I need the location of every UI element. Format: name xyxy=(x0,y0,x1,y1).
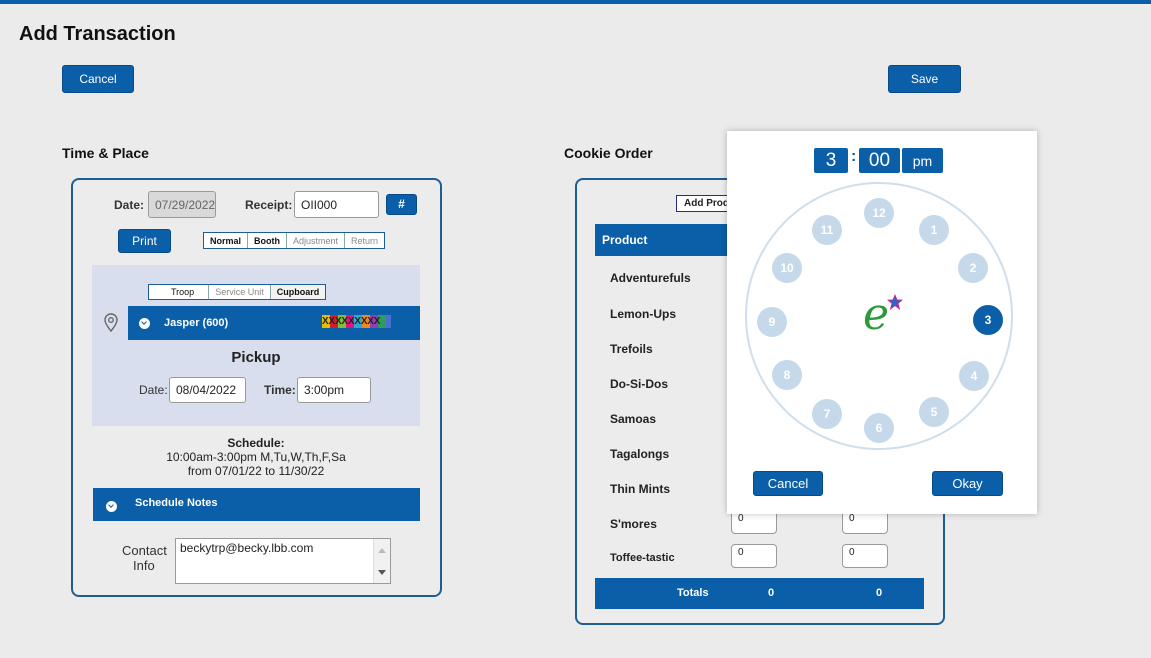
contact-info-value: beckytrp@becky.lbb.com xyxy=(180,541,314,555)
product-tagalongs: Tagalongs xyxy=(610,447,670,461)
product-lemon-ups: Lemon-Ups xyxy=(610,307,676,321)
product-header: Product xyxy=(595,224,727,256)
scroll-up-icon[interactable] xyxy=(378,548,386,553)
schedule-notes-bar[interactable]: Schedule Notes xyxy=(93,488,420,521)
schedule-notes-label: Schedule Notes xyxy=(135,497,218,509)
hour-display[interactable]: 3 xyxy=(814,148,848,173)
time-separator: : xyxy=(851,148,857,165)
dial-4[interactable]: 4 xyxy=(959,361,989,391)
contact-label: Contact xyxy=(122,543,167,558)
contact-scrollbar[interactable] xyxy=(373,539,390,583)
pickup-time-field[interactable]: 3:00pm xyxy=(297,377,371,403)
type-normal[interactable]: Normal xyxy=(204,233,249,248)
dial-7[interactable]: 7 xyxy=(812,399,842,429)
picker-cancel-button[interactable]: Cancel xyxy=(753,471,823,496)
product-adventurefuls: Adventurefuls xyxy=(610,271,691,285)
ampm-toggle[interactable]: pm xyxy=(902,148,943,173)
cancel-button[interactable]: Cancel xyxy=(62,65,134,93)
source-selector: Troop Service Unit Cupboard xyxy=(148,284,327,300)
type-booth[interactable]: Booth xyxy=(248,233,288,248)
minute-display[interactable]: 00 xyxy=(859,148,900,173)
product-samoas: Samoas xyxy=(610,412,657,426)
contact-label-2: Info xyxy=(133,558,155,573)
pickup-heading: Pickup xyxy=(231,349,281,366)
product-smores: S'mores xyxy=(610,517,657,531)
totals-value-1: 0 xyxy=(768,587,775,599)
location-pin-icon xyxy=(104,313,118,333)
dial-2[interactable]: 2 xyxy=(958,253,988,283)
pickup-date-label: Date: xyxy=(139,383,168,397)
dial-1[interactable]: 1 xyxy=(919,215,949,245)
schedule-notes-chevron-icon xyxy=(106,501,117,512)
product-toffee-tastic: Toffee-tastic xyxy=(610,552,675,564)
product-header-label: Product xyxy=(602,233,648,247)
schedule-dates: from 07/01/22 to 11/30/22 xyxy=(187,464,325,478)
type-adjustment[interactable]: Adjustment xyxy=(287,233,346,248)
schedule-heading: Schedule: xyxy=(227,436,285,450)
pickup-date-field[interactable]: 08/04/2022 xyxy=(169,377,246,403)
pickup-time-label: Time: xyxy=(264,383,296,397)
transaction-type-selector: Normal Booth Adjustment Return xyxy=(203,232,386,249)
save-button[interactable]: Save xyxy=(888,65,961,93)
location-chevron-icon xyxy=(139,318,150,329)
totals-row: Totals 0 0 xyxy=(595,578,924,609)
time-picker-popup: 3 : 00 pm 12 1 2 3 4 5 6 7 8 9 10 11 e C… xyxy=(727,131,1037,514)
dial-3[interactable]: 3 xyxy=(973,305,1003,335)
source-cupboard[interactable]: Cupboard xyxy=(270,285,326,299)
product-thin-mints: Thin Mints xyxy=(610,482,670,496)
location-tag: XXXXXXXXX xyxy=(322,316,381,327)
product-do-si-dos: Do-Si-Dos xyxy=(610,377,668,391)
date-label: Date: xyxy=(114,198,145,212)
source-service-unit[interactable]: Service Unit xyxy=(209,285,271,299)
dial-12[interactable]: 12 xyxy=(864,198,894,228)
location-name: Jasper (600) xyxy=(164,317,229,329)
receipt-field[interactable]: OII000 xyxy=(294,191,379,218)
print-button[interactable]: Print xyxy=(118,229,171,253)
dial-8[interactable]: 8 xyxy=(772,360,802,390)
dial-6[interactable]: 6 xyxy=(864,413,894,443)
contact-info-field[interactable]: beckytrp@becky.lbb.com xyxy=(175,538,391,584)
totals-value-2: 0 xyxy=(876,587,883,599)
dial-9[interactable]: 9 xyxy=(757,307,787,337)
totals-label: Totals xyxy=(677,587,709,599)
add-product-button[interactable]: Add Prod xyxy=(676,195,730,212)
location-tag-swatches: XXXXXXXXX xyxy=(322,315,391,328)
receipt-number-button[interactable]: # xyxy=(386,194,417,215)
time-place-heading: Time & Place xyxy=(62,145,149,161)
star-icon xyxy=(887,294,903,310)
toffee-qty-2[interactable]: 0 xyxy=(842,544,888,568)
product-trefoils: Trefoils xyxy=(610,342,653,356)
top-accent-line xyxy=(0,0,1151,4)
cookie-order-heading: Cookie Order xyxy=(564,145,653,161)
scroll-down-icon[interactable] xyxy=(378,570,386,575)
type-return[interactable]: Return xyxy=(345,233,384,248)
receipt-label: Receipt: xyxy=(245,198,293,212)
toffee-qty-1[interactable]: 0 xyxy=(731,544,777,568)
source-troop[interactable]: Troop xyxy=(149,285,210,299)
logo-letter: e xyxy=(863,289,890,340)
ebudde-logo: e xyxy=(859,291,907,341)
picker-okay-button[interactable]: Okay xyxy=(932,471,1003,496)
date-field[interactable]: 07/29/2022 xyxy=(148,191,216,218)
dial-11[interactable]: 11 xyxy=(812,215,842,245)
page-title: Add Transaction xyxy=(19,23,176,45)
schedule-hours: 10:00am-3:00pm M,Tu,W,Th,F,Sa xyxy=(166,450,346,464)
dial-10[interactable]: 10 xyxy=(772,253,802,283)
dial-5[interactable]: 5 xyxy=(919,397,949,427)
